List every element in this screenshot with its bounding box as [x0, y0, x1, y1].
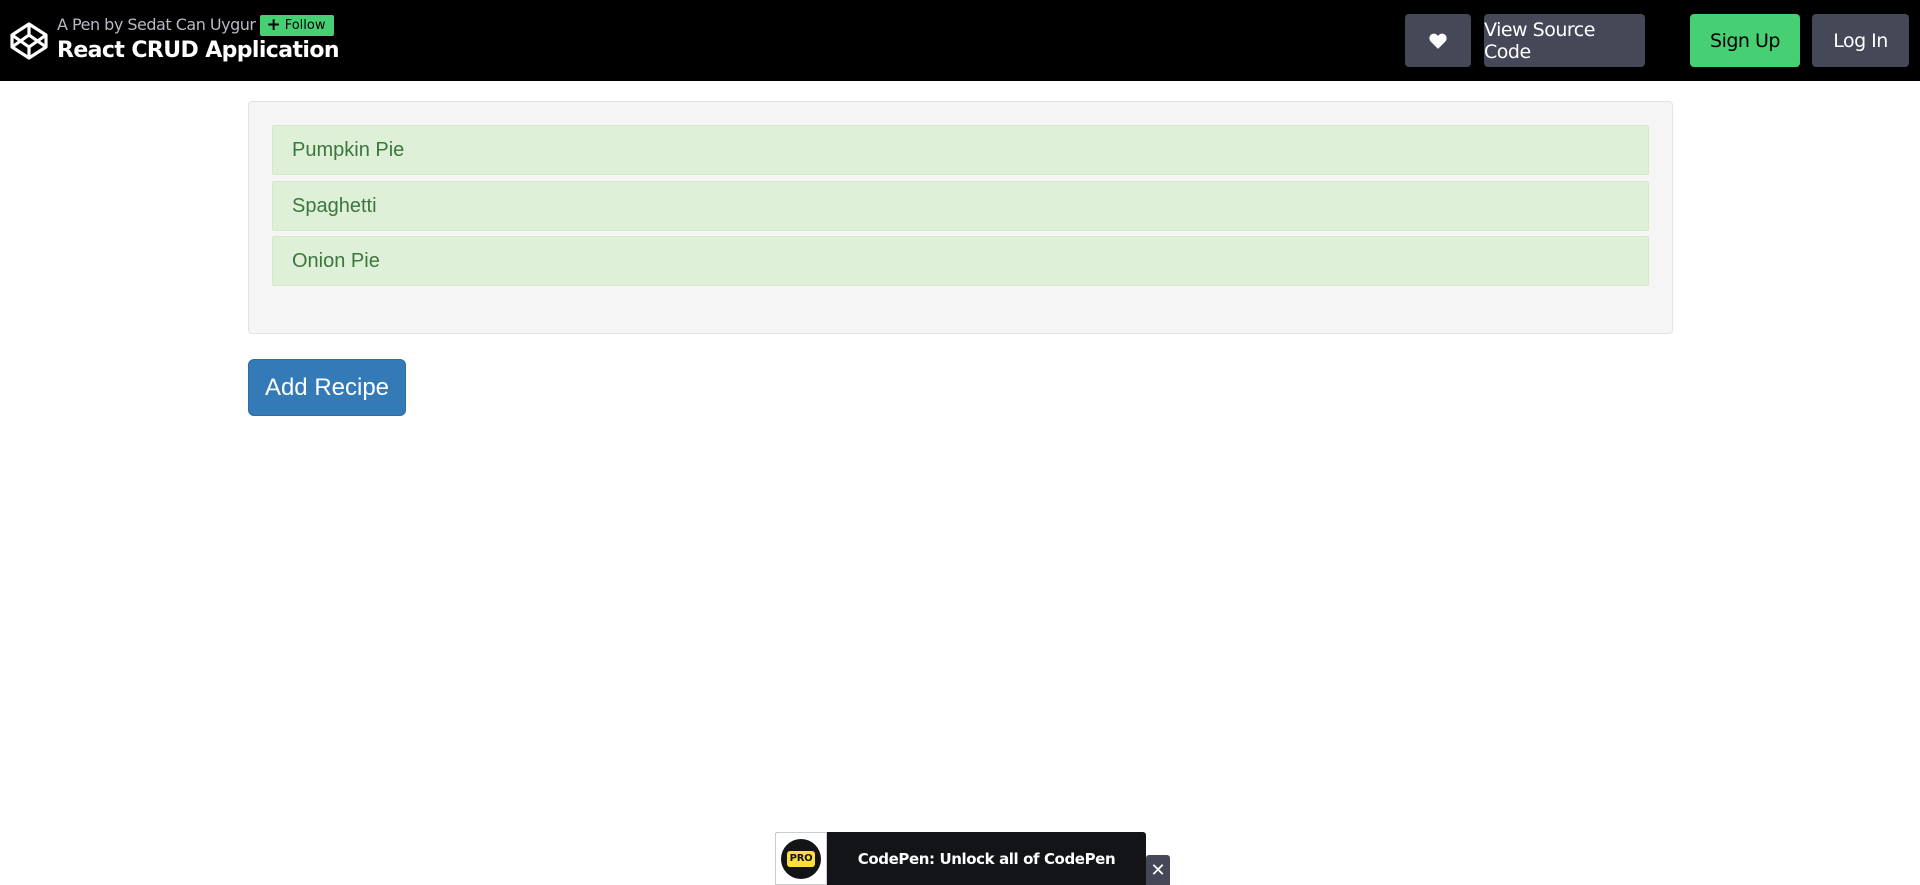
recipe-list-panel: Pumpkin Pie Spaghetti Onion Pie: [248, 101, 1673, 334]
pen-meta: A Pen by Sedat Can Uygur + Follow: [57, 14, 334, 36]
follow-label: Follow: [284, 17, 326, 33]
codepen-logo-icon[interactable]: [9, 21, 49, 61]
heart-button[interactable]: [1405, 14, 1471, 67]
close-icon: ✕: [1150, 859, 1166, 880]
pen-author-line[interactable]: A Pen by Sedat Can Uygur: [57, 15, 256, 35]
sign-up-button[interactable]: Sign Up: [1690, 14, 1800, 67]
log-in-button[interactable]: Log In: [1812, 14, 1909, 67]
view-source-button[interactable]: View Source Code: [1484, 14, 1645, 67]
top-bar: A Pen by Sedat Can Uygur + Follow React …: [0, 0, 1920, 81]
pen-title: React CRUD Application: [57, 38, 340, 63]
promo-badge-area: PRO: [775, 832, 827, 885]
promo-close-button[interactable]: ✕: [1146, 855, 1170, 885]
follow-button[interactable]: + Follow: [260, 14, 334, 36]
pro-promo-banner[interactable]: PRO CodePen: Unlock all of CodePen: [775, 832, 1146, 885]
recipe-item-pumpkin-pie[interactable]: Pumpkin Pie: [272, 125, 1649, 175]
promo-text[interactable]: CodePen: Unlock all of CodePen: [827, 832, 1146, 885]
recipe-item-onion-pie[interactable]: Onion Pie: [272, 236, 1649, 286]
plus-icon: +: [266, 14, 281, 35]
recipe-item-spaghetti[interactable]: Spaghetti: [272, 181, 1649, 231]
pro-badge-label: PRO: [787, 851, 815, 867]
heart-icon: [1429, 33, 1447, 49]
add-recipe-button[interactable]: Add Recipe: [248, 359, 406, 416]
pro-badge-icon: PRO: [781, 839, 821, 879]
